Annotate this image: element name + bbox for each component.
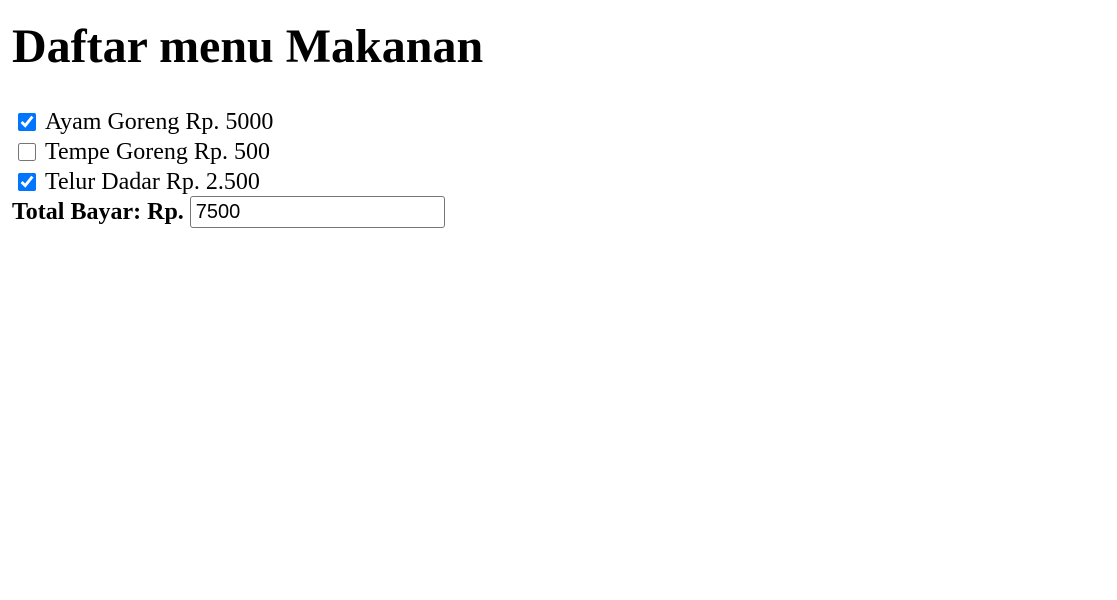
menu-item-ayam-goreng: Ayam Goreng Rp. 5000	[18, 107, 273, 137]
total-row: Total Bayar: Rp.	[12, 196, 445, 228]
ayam-goreng-checkbox[interactable]	[18, 113, 36, 131]
tempe-goreng-checkbox[interactable]	[18, 143, 36, 161]
telur-dadar-label[interactable]: Telur Dadar Rp. 2.500	[45, 167, 260, 197]
total-label: Total Bayar: Rp.	[12, 199, 184, 225]
telur-dadar-checkbox[interactable]	[18, 173, 36, 191]
page-title: Daftar menu Makanan	[12, 20, 484, 73]
total-input[interactable]	[189, 196, 445, 228]
page: Daftar menu Makanan Ayam Goreng Rp. 5000…	[0, 0, 1117, 600]
menu-list: Ayam Goreng Rp. 5000 Tempe Goreng Rp. 50…	[18, 107, 273, 197]
menu-item-tempe-goreng: Tempe Goreng Rp. 500	[18, 137, 273, 167]
ayam-goreng-label[interactable]: Ayam Goreng Rp. 5000	[45, 107, 273, 137]
tempe-goreng-label[interactable]: Tempe Goreng Rp. 500	[45, 137, 270, 167]
menu-item-telur-dadar: Telur Dadar Rp. 2.500	[18, 167, 273, 197]
